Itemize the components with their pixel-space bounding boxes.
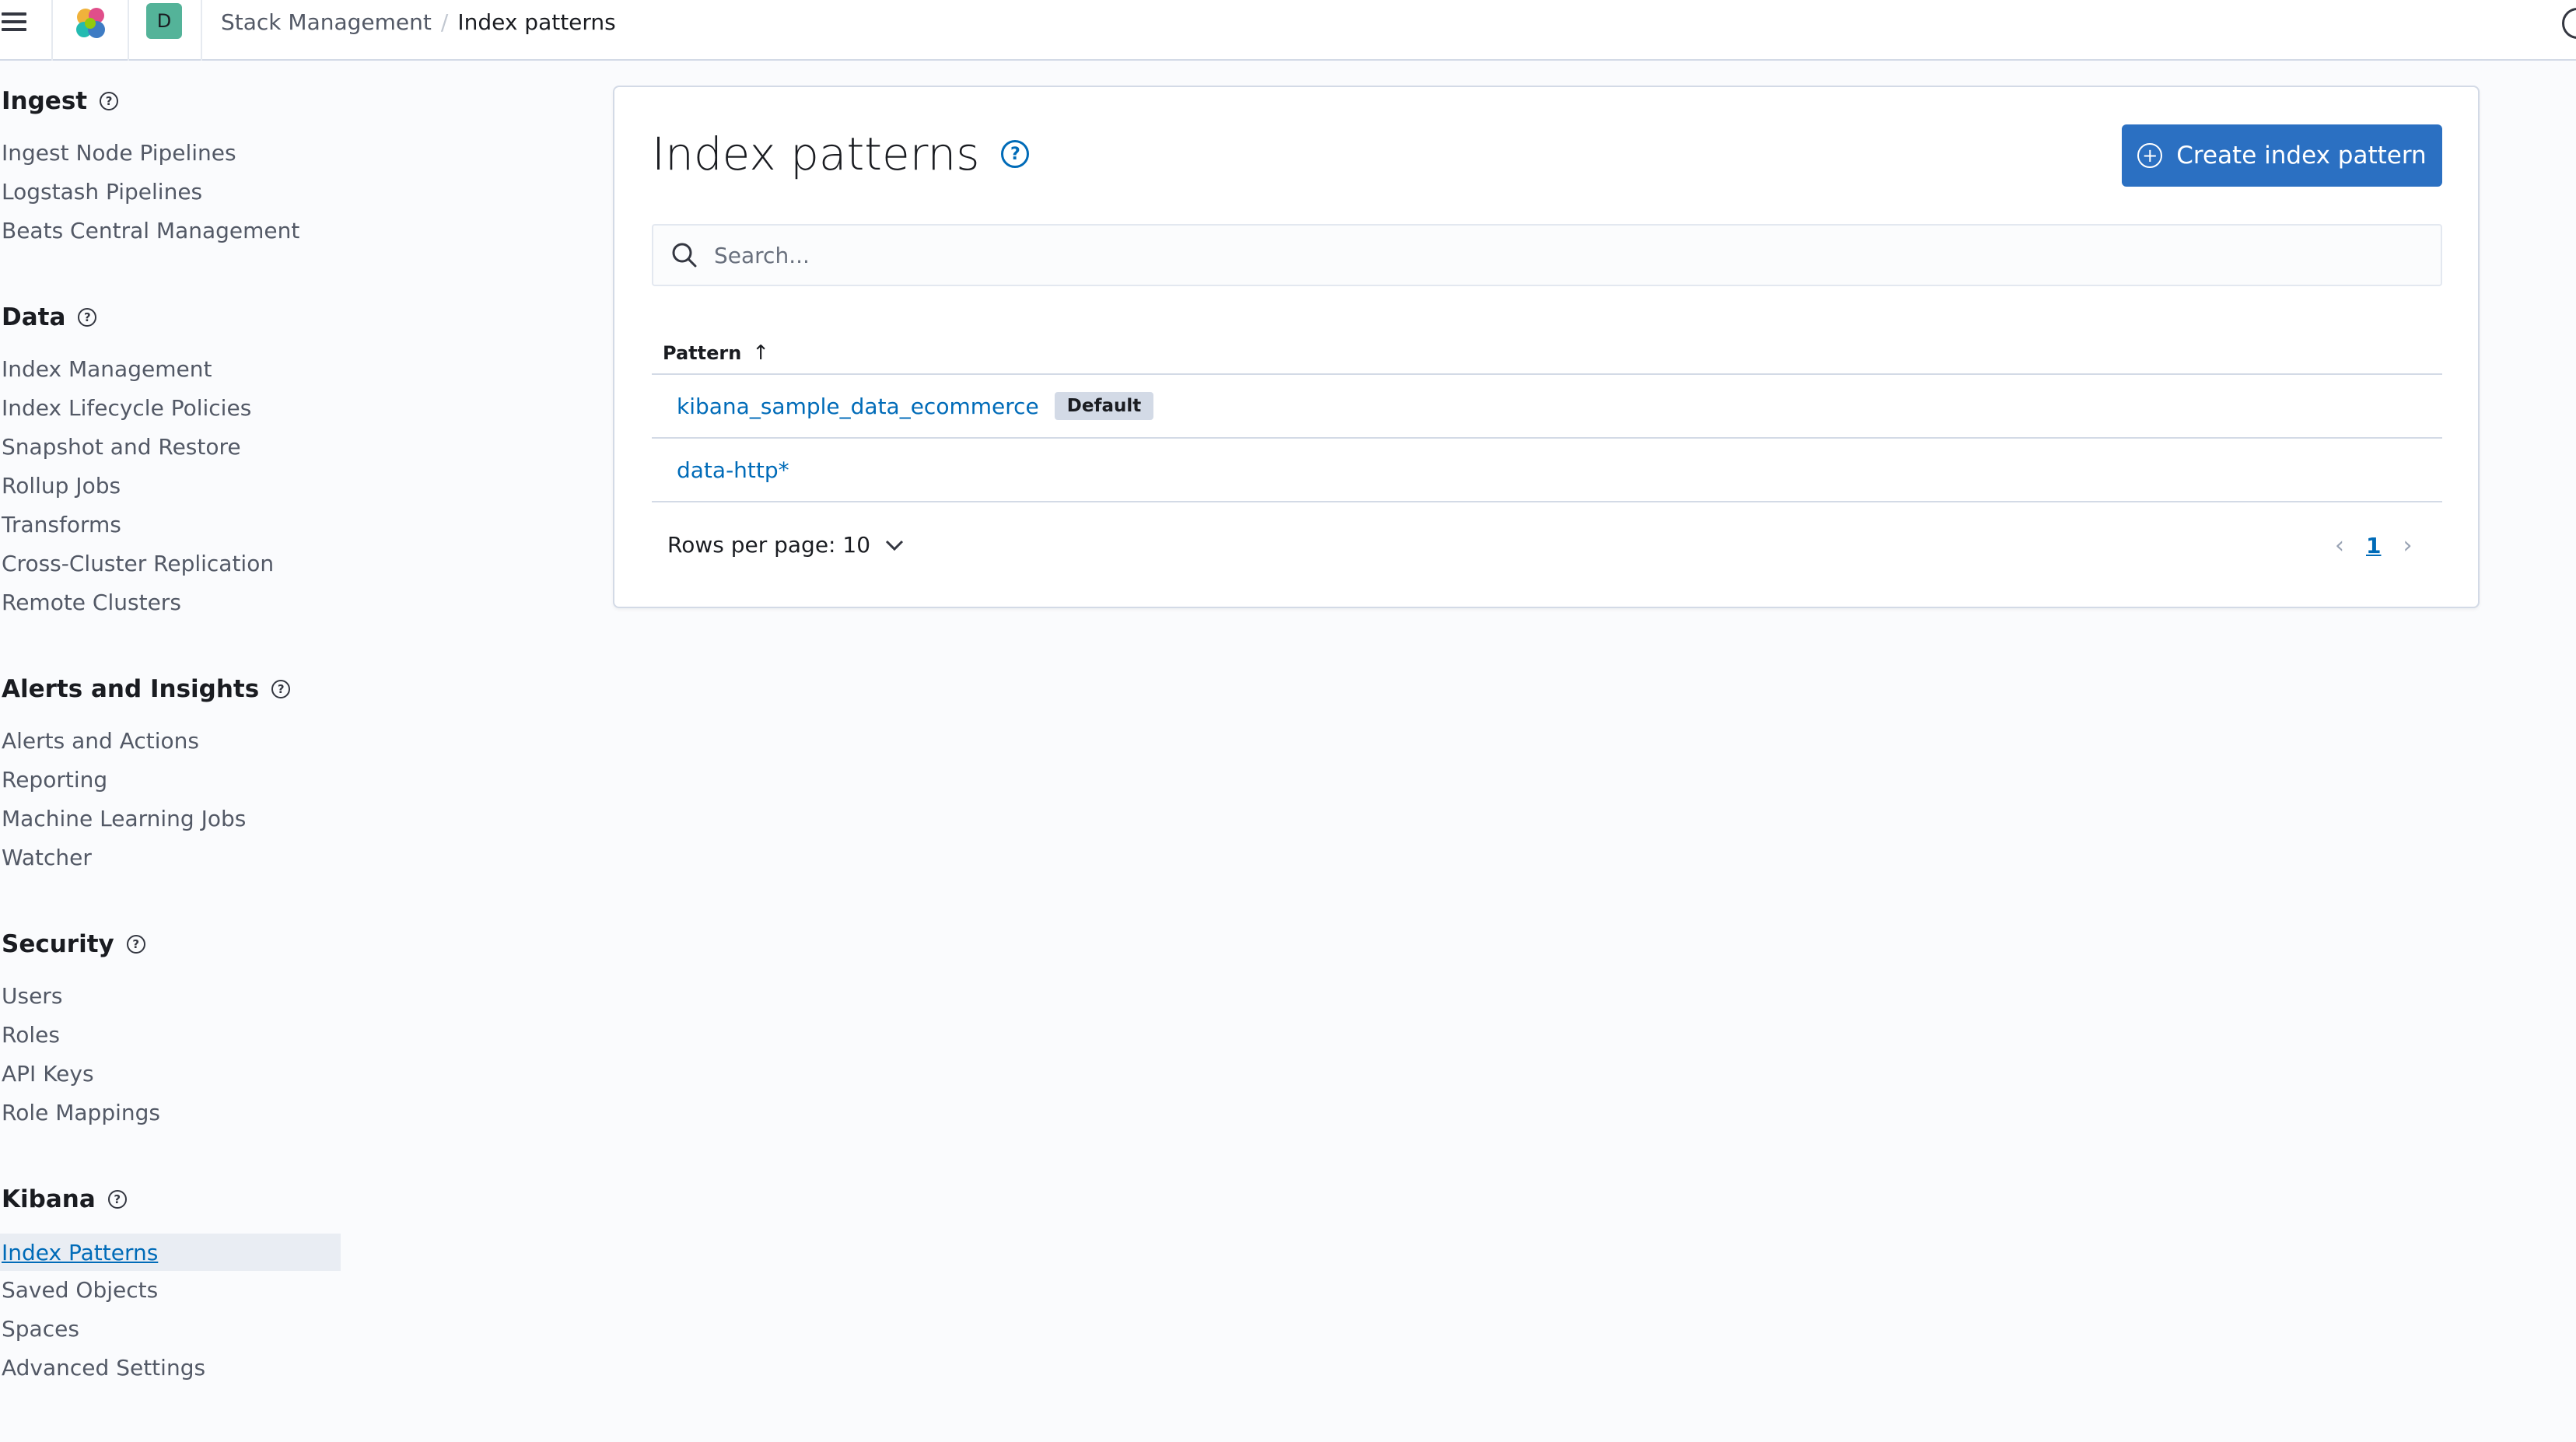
column-header-label: Pattern (663, 342, 742, 364)
index-patterns-panel: Index patterns ? + Create index pattern … (613, 86, 2480, 608)
rows-per-page-label: Rows per page: 10 (667, 532, 871, 558)
sidebar-item-rollup-jobs[interactable]: Rollup Jobs (2, 473, 121, 499)
sidebar-item-reporting[interactable]: Reporting (2, 767, 107, 793)
header-divider (201, 0, 202, 61)
pattern-link[interactable]: kibana_sample_data_ecommerce (677, 394, 1039, 419)
search-icon (672, 243, 697, 268)
sidebar-item-beats-central-management[interactable]: Beats Central Management (2, 218, 299, 243)
sidebar-item-advanced-settings[interactable]: Advanced Settings (2, 1355, 205, 1381)
chevron-right-icon[interactable]: › (2403, 532, 2412, 559)
sidebar-item-remote-clusters[interactable]: Remote Clusters (2, 590, 181, 615)
breadcrumb-stack-management[interactable]: Stack Management (221, 9, 432, 35)
sort-ascending-icon[interactable]: ↑ (752, 341, 769, 365)
page-title: Index patterns ? (652, 128, 1030, 180)
sidebar-section-alerts-and-insights: Alerts and Insights ? (2, 675, 291, 703)
section-title: Security (2, 930, 114, 958)
sidebar-item-cross-cluster-replication[interactable]: Cross-Cluster Replication (2, 551, 274, 576)
sidebar-section-data: Data ? (2, 303, 97, 331)
question-icon[interactable]: ? (271, 680, 291, 698)
help-menu-icon[interactable] (2562, 8, 2576, 39)
sidebar-item-ingest-node-pipelines[interactable]: Ingest Node Pipelines (2, 140, 236, 166)
sidebar-item-index-management[interactable]: Index Management (2, 356, 212, 382)
search-field[interactable] (652, 224, 2442, 286)
table-row: kibana_sample_data_ecommerce Default (652, 375, 2442, 439)
chevron-left-icon[interactable]: ‹ (2335, 532, 2344, 559)
create-index-pattern-button[interactable]: + Create index pattern (2122, 124, 2442, 187)
breadcrumb-separator: / (440, 9, 449, 35)
rows-per-page-selector[interactable]: Rows per page: 10 (667, 532, 905, 558)
sidebar-item-saved-objects[interactable]: Saved Objects (2, 1277, 158, 1303)
column-header-pattern[interactable]: Pattern ↑ (652, 333, 2442, 375)
sidebar-section-ingest: Ingest ? (2, 87, 119, 115)
question-icon[interactable]: ? (1001, 140, 1030, 168)
header-divider (128, 0, 129, 61)
sidebar-item-role-mappings[interactable]: Role Mappings (2, 1100, 160, 1125)
menu-toggle-icon[interactable] (0, 9, 28, 34)
section-title: Data (2, 303, 66, 331)
sidebar-section-kibana: Kibana ? (2, 1185, 127, 1213)
sidebar-item-index-lifecycle-policies[interactable]: Index Lifecycle Policies (2, 395, 251, 421)
elastic-logo-icon[interactable] (72, 5, 110, 44)
section-title: Alerts and Insights (2, 675, 260, 703)
sidebar-item-machine-learning-jobs[interactable]: Machine Learning Jobs (2, 806, 246, 831)
sidebar-item-alerts-and-actions[interactable]: Alerts and Actions (2, 728, 199, 754)
section-title: Ingest (2, 87, 88, 115)
breadcrumb-current: Index patterns (457, 9, 616, 35)
default-badge: Default (1054, 392, 1154, 420)
sidebar-item-snapshot-and-restore[interactable]: Snapshot and Restore (2, 434, 241, 460)
sidebar-item-logstash-pipelines[interactable]: Logstash Pipelines (2, 179, 202, 205)
section-title: Kibana (2, 1185, 96, 1213)
breadcrumb: Stack Management / Index patterns (221, 6, 616, 37)
pagination: ‹ 1 › (2335, 532, 2412, 559)
question-icon[interactable]: ? (100, 92, 119, 110)
sidebar-item-transforms[interactable]: Transforms (2, 512, 121, 537)
table-row: data-http* (652, 439, 2442, 502)
sidebar-item-spaces[interactable]: Spaces (2, 1316, 79, 1342)
page-title-text: Index patterns (652, 128, 980, 180)
create-button-label: Create index pattern (2176, 142, 2427, 170)
pattern-link[interactable]: data-http* (677, 457, 789, 483)
sidebar-item-roles[interactable]: Roles (2, 1022, 60, 1048)
search-input[interactable] (714, 242, 2347, 268)
question-icon[interactable]: ? (78, 308, 97, 327)
sidebar-section-security: Security ? (2, 930, 145, 958)
index-patterns-table: Pattern ↑ kibana_sample_data_ecommerce D… (652, 333, 2442, 502)
chevron-down-icon (885, 540, 904, 551)
top-header: D Stack Management / Index patterns (0, 0, 2576, 61)
question-icon[interactable]: ? (126, 935, 145, 954)
plus-circle-icon: + (2137, 143, 2163, 168)
sidebar-item-index-patterns[interactable]: Index Patterns (0, 1234, 341, 1271)
page-number-button[interactable]: 1 (2366, 533, 2381, 558)
header-divider (51, 0, 53, 61)
question-icon[interactable]: ? (107, 1190, 127, 1209)
sidebar-item-watcher[interactable]: Watcher (2, 845, 92, 870)
sidebar-item-api-keys[interactable]: API Keys (2, 1061, 94, 1087)
space-avatar[interactable]: D (146, 3, 182, 39)
sidebar-item-users[interactable]: Users (2, 983, 62, 1009)
